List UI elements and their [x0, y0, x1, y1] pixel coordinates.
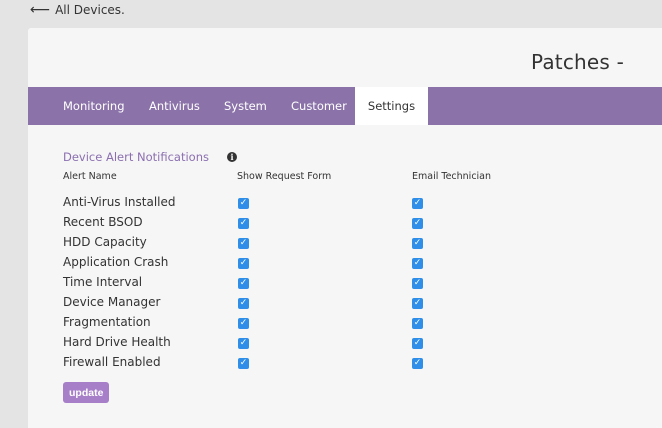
page-title: Patches -	[530, 50, 624, 74]
request-form-checkbox[interactable]: ✓	[238, 218, 249, 229]
tab-bar: Monitoring Antivirus System Customer Set…	[28, 87, 662, 125]
alert-name-label: Device Manager	[63, 295, 161, 309]
request-form-checkbox[interactable]: ✓	[238, 318, 249, 329]
alert-name-label: Application Crash	[63, 255, 169, 269]
alert-name-label: Time Interval	[63, 275, 143, 289]
email-technician-checkbox[interactable]: ✓	[412, 358, 423, 369]
request-form-checkbox[interactable]: ✓	[238, 258, 249, 269]
alert-name-label: Anti-Virus Installed	[63, 195, 176, 209]
info-icon[interactable]: i	[227, 152, 237, 162]
tab-system[interactable]: System	[224, 87, 267, 125]
email-technician-checkbox[interactable]: ✓	[412, 318, 423, 329]
arrow-left-icon: ⟵	[30, 2, 51, 18]
alert-name-label: HDD Capacity	[63, 235, 147, 249]
request-form-checkbox[interactable]: ✓	[238, 358, 249, 369]
alert-name-label: Hard Drive Health	[63, 335, 171, 349]
col-header-show-request-form: Show Request Form	[237, 171, 332, 182]
email-technician-checkbox[interactable]: ✓	[412, 218, 423, 229]
email-technician-checkbox[interactable]: ✓	[412, 298, 423, 309]
section-title: Device Alert Notifications	[63, 150, 209, 164]
col-header-alert-name: Alert Name	[63, 171, 117, 182]
tab-monitoring[interactable]: Monitoring	[63, 87, 125, 125]
email-technician-checkbox[interactable]: ✓	[412, 238, 423, 249]
back-to-all-devices-link[interactable]: ⟵ All Devices.	[30, 3, 125, 17]
email-technician-checkbox[interactable]: ✓	[412, 338, 423, 349]
request-form-checkbox[interactable]: ✓	[238, 198, 249, 209]
request-form-checkbox[interactable]: ✓	[238, 238, 249, 249]
update-button[interactable]: update	[63, 382, 110, 403]
alert-name-label: Fragmentation	[63, 315, 151, 329]
email-technician-checkbox[interactable]: ✓	[412, 258, 423, 269]
tab-antivirus[interactable]: Antivirus	[149, 87, 200, 125]
request-form-checkbox[interactable]: ✓	[238, 298, 249, 309]
email-technician-checkbox[interactable]: ✓	[412, 198, 423, 209]
back-link-label: All Devices.	[55, 3, 125, 17]
email-technician-checkbox[interactable]: ✓	[412, 278, 423, 289]
alert-name-label: Recent BSOD	[63, 215, 143, 229]
main-panel: Patches - Monitoring Antivirus System Cu…	[28, 28, 662, 428]
request-form-checkbox[interactable]: ✓	[238, 338, 249, 349]
tab-customer[interactable]: Customer	[291, 87, 347, 125]
tab-settings[interactable]: Settings	[355, 87, 428, 125]
request-form-checkbox[interactable]: ✓	[238, 278, 249, 289]
col-header-email-technician: Email Technician	[412, 171, 492, 182]
alert-name-label: Firewall Enabled	[63, 355, 161, 369]
